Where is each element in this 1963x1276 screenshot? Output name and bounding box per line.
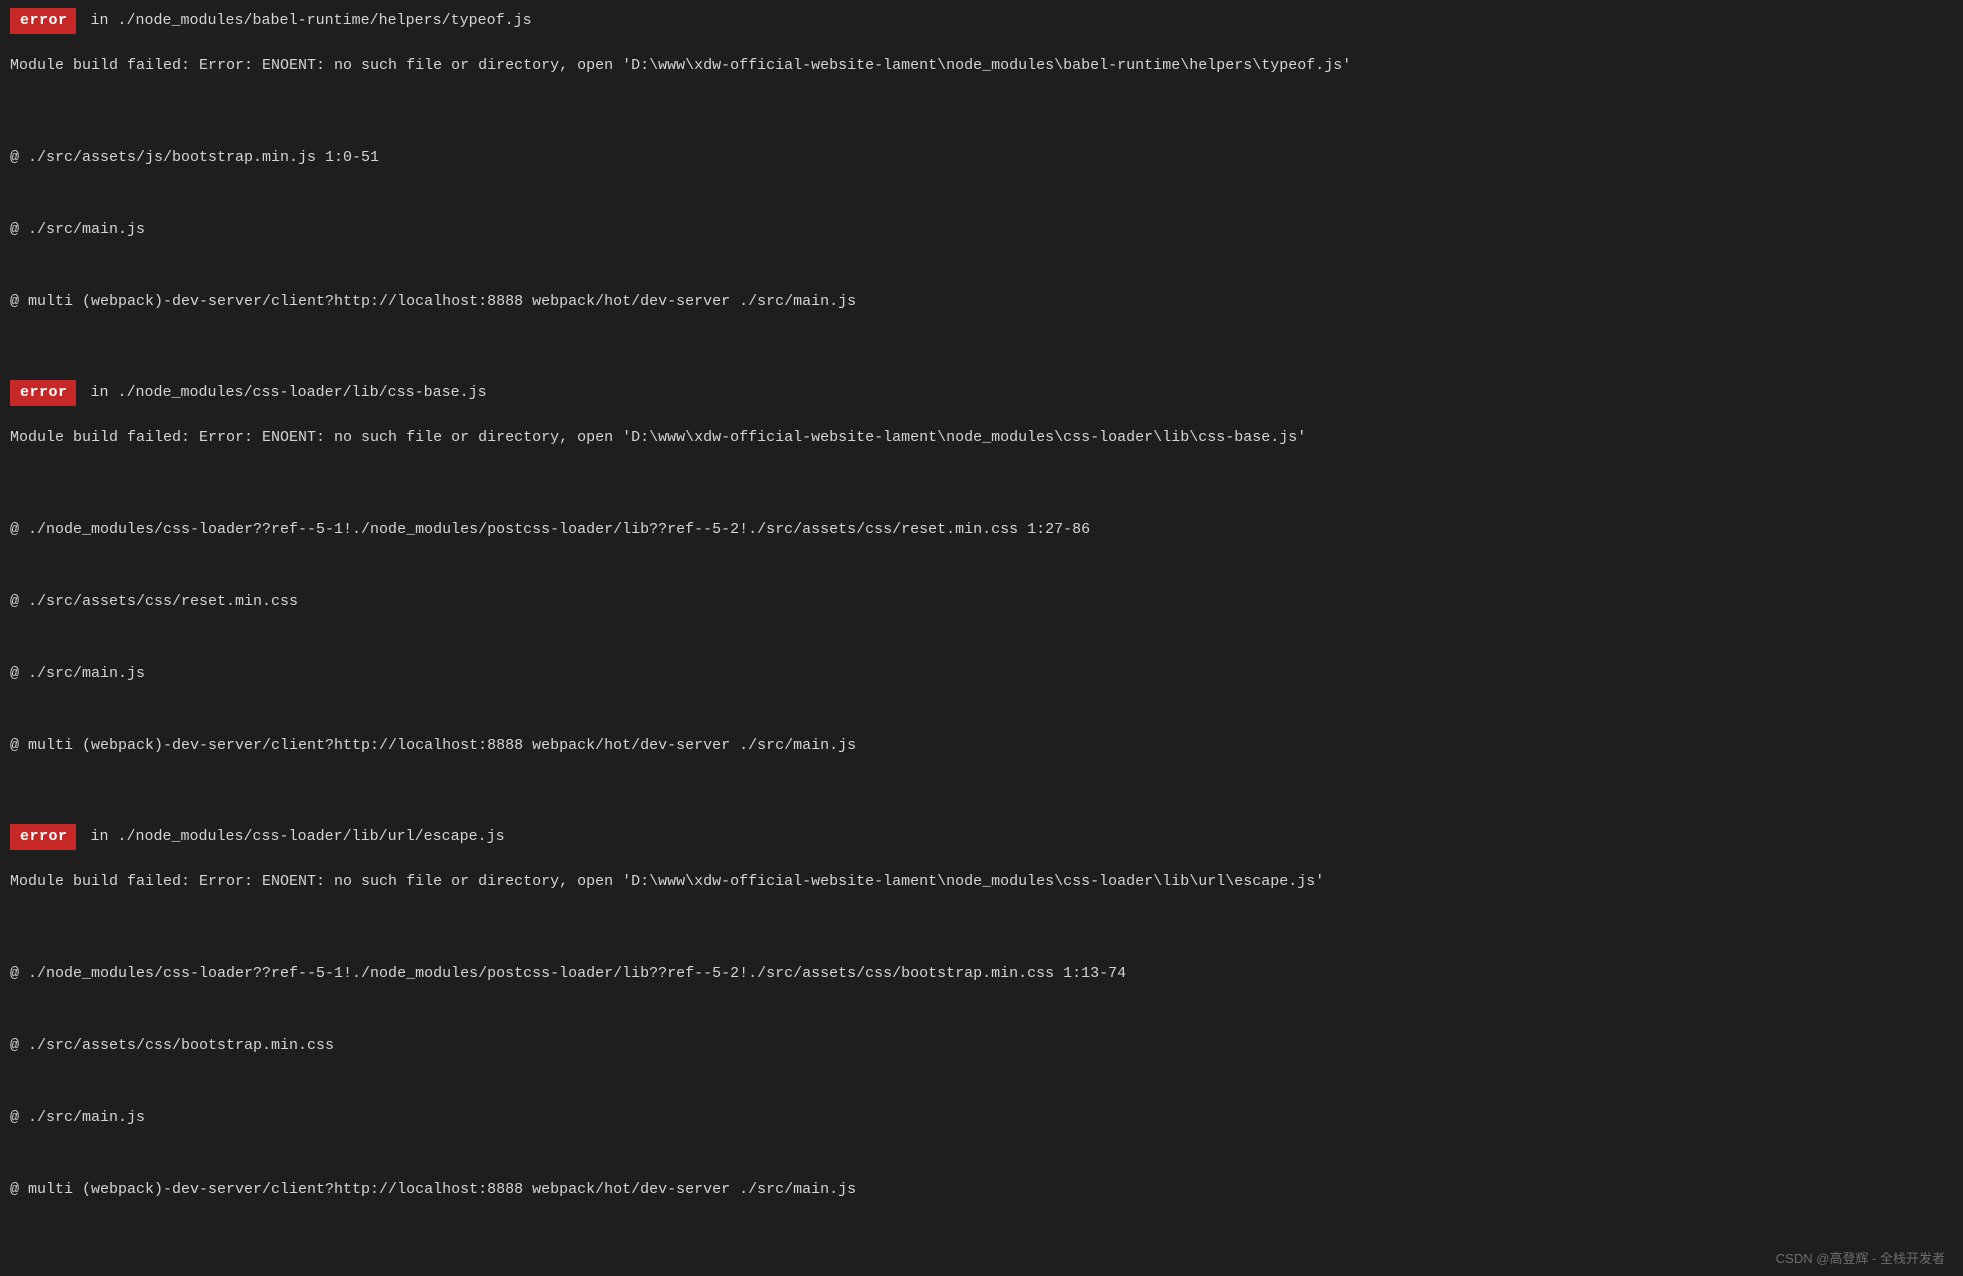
error-badge: error [10,380,76,406]
watermark: CSDN @高登辉 - 全栈开发者 [1776,1249,1945,1270]
stack-line: @ ./src/main.js [10,218,1953,242]
error-badge: error [10,824,76,850]
stack-line: @ multi (webpack)-dev-server/client?http… [10,1178,1953,1202]
error-message: Module build failed: Error: ENOENT: no s… [10,54,1953,78]
stack-line: @ ./src/assets/css/reset.min.css [10,590,1953,614]
stack-line: @ ./src/main.js [10,662,1953,686]
error-location: in ./node_modules/css-loader/lib/css-bas… [91,384,487,401]
stack-trace: @ ./node_modules/css-loader??ref--5-1!./… [10,914,1953,1250]
error-location: in ./node_modules/css-loader/lib/url/esc… [91,828,505,845]
stack-line: @ ./node_modules/css-loader??ref--5-1!./… [10,962,1953,986]
error-header: error in ./node_modules/babel-runtime/he… [10,8,1953,34]
error-block: error in ./node_modules/babel-runtime/he… [10,8,1953,362]
stack-line: @ multi (webpack)-dev-server/client?http… [10,734,1953,758]
error-location: in ./node_modules/babel-runtime/helpers/… [91,12,532,29]
error-header: error in ./node_modules/css-loader/lib/c… [10,380,1953,406]
stack-line: @ ./src/assets/js/bootstrap.min.js 1:0-5… [10,146,1953,170]
error-block: error in ./node_modules/css-loader/lib/u… [10,824,1953,1250]
stack-trace: @ ./node_modules/css-loader??ref--5-1!./… [10,470,1953,806]
error-message: Module build failed: Error: ENOENT: no s… [10,426,1953,450]
stack-line: @ ./node_modules/css-loader??ref--5-1!./… [10,518,1953,542]
error-header: error in ./node_modules/css-loader/lib/u… [10,824,1953,850]
stack-line: @ multi (webpack)-dev-server/client?http… [10,290,1953,314]
stack-trace: @ ./src/assets/js/bootstrap.min.js 1:0-5… [10,98,1953,362]
terminal-output: error in ./node_modules/babel-runtime/he… [10,8,1953,1250]
error-badge: error [10,8,76,34]
error-message: Module build failed: Error: ENOENT: no s… [10,870,1953,894]
stack-line: @ ./src/assets/css/bootstrap.min.css [10,1034,1953,1058]
error-block: error in ./node_modules/css-loader/lib/c… [10,380,1953,806]
stack-line: @ ./src/main.js [10,1106,1953,1130]
